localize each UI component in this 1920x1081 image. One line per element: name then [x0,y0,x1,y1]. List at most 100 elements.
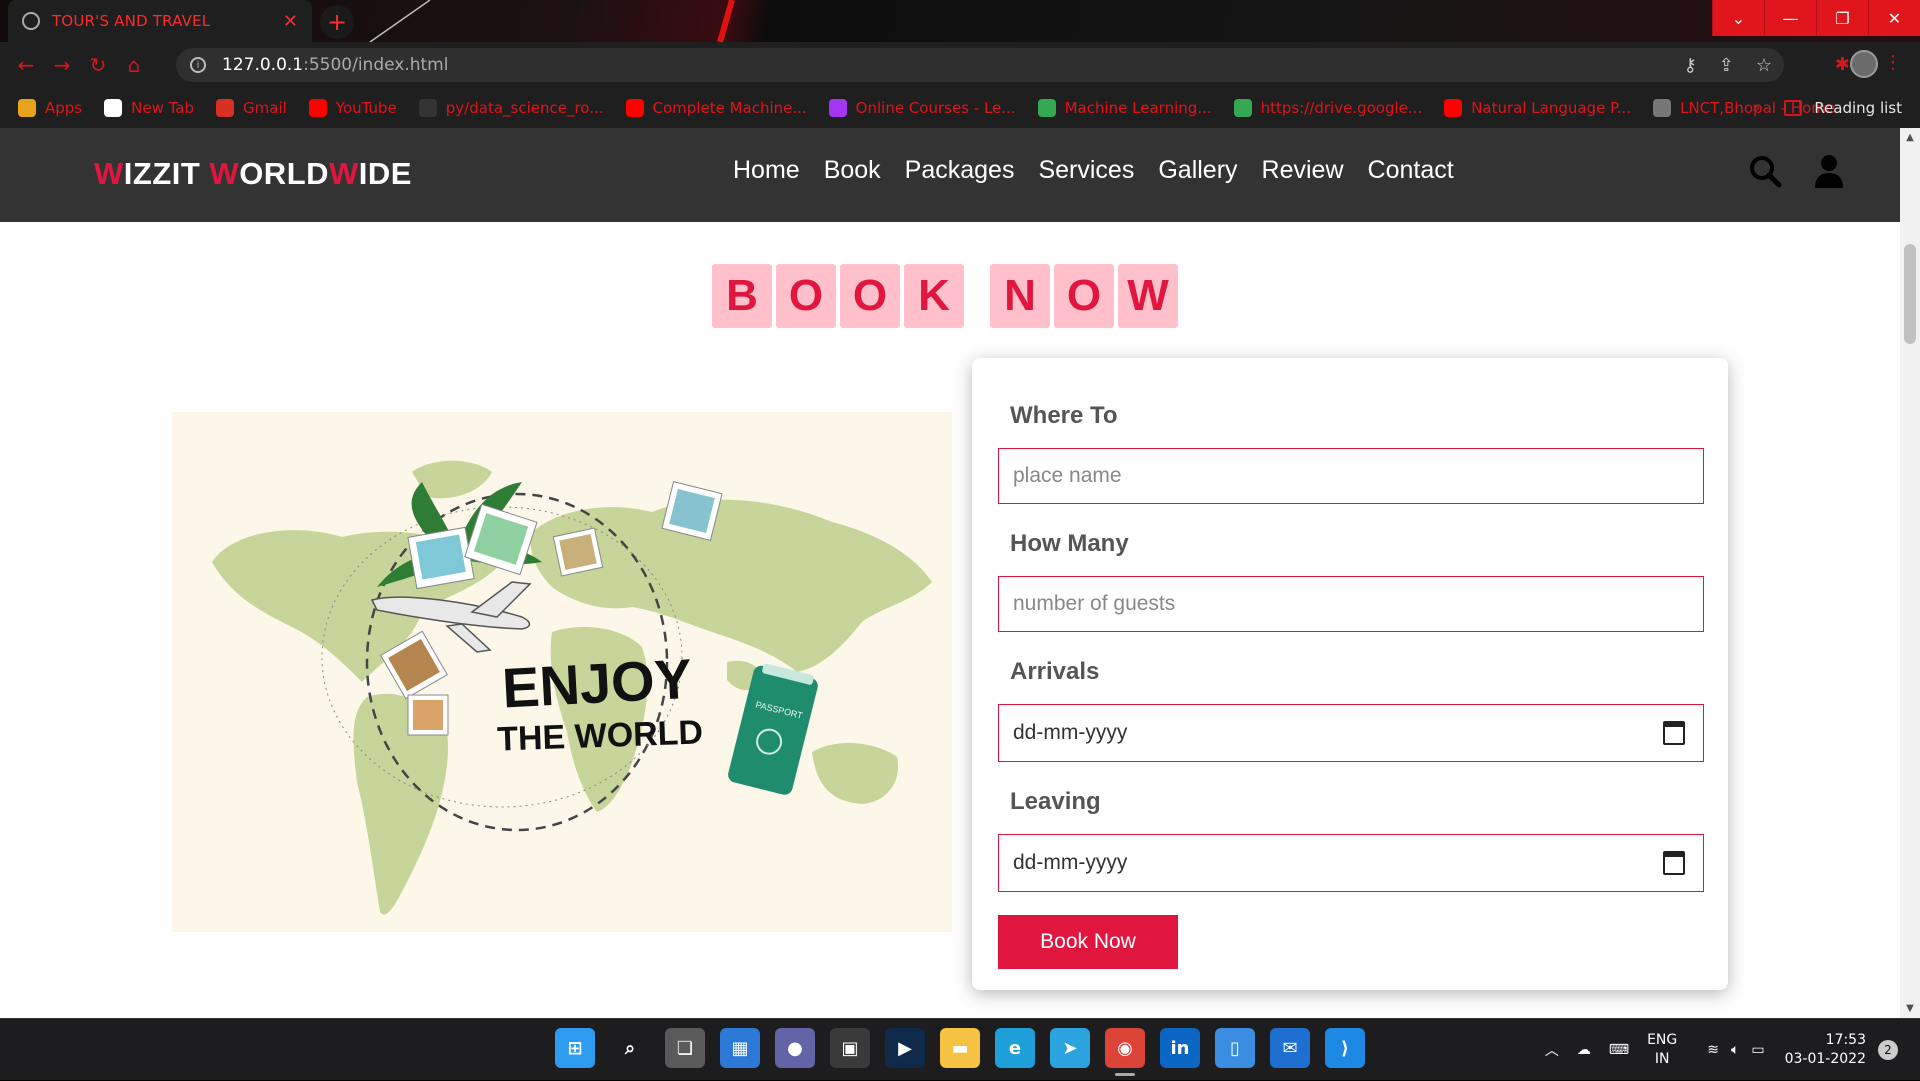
url-host: 127.0.0.1 [222,55,304,75]
heading-letter: K [904,264,964,328]
heading-letter: B [712,264,772,328]
restore-button[interactable]: ❐ [1816,0,1868,36]
scroll-up-arrow-icon[interactable]: ▲ [1900,132,1920,143]
share-icon[interactable]: ⇪ [1719,55,1734,76]
reload-icon[interactable]: ↻ [80,53,116,77]
window-controls: ⌄ — ❐ ✕ [1712,0,1920,36]
extensions-puzzle-icon[interactable]: ✱ [1835,54,1850,75]
logo-part: ORLD [239,156,330,191]
bookmark-item[interactable]: Online Courses - Le... [828,99,1016,117]
arrivals-date-input[interactable]: dd-mm-yyyy [998,704,1704,762]
keyboard-icon[interactable]: ⌨ [1609,1042,1629,1058]
store-icon[interactable]: ▣ [830,1028,870,1068]
bookmark-item[interactable]: py/data_science_ro... [418,99,604,117]
image-text-enjoy: ENJOY [501,647,694,720]
github-icon [418,99,437,117]
battery-icon[interactable]: ▭ [1751,1042,1764,1058]
search-icon[interactable]: ⌕ [610,1028,650,1068]
bookmark-item[interactable]: Natural Language P... [1444,99,1631,117]
youtube-icon [625,99,644,117]
notification-badge[interactable]: 2 [1878,1040,1898,1060]
nav-link-book[interactable]: Book [824,156,881,185]
language-indicator[interactable]: ENG IN [1647,1031,1677,1069]
nav-link-packages[interactable]: Packages [905,156,1015,185]
windows-start-icon[interactable]: ⊞ [555,1028,595,1068]
main-nav: Home Book Packages Services Gallery Review Con… [733,156,1454,185]
youtube-icon [1444,99,1463,117]
nav-link-review[interactable]: Review [1262,156,1344,185]
bookmark-label: https://drive.google... [1260,99,1423,117]
nav-link-home[interactable]: Home [733,156,800,185]
browser-tab[interactable]: TOUR'S AND TRAVEL ✕ [8,0,312,42]
logo-part: W [94,156,124,191]
bookmark-item[interactable]: New Tab [104,99,194,117]
heading-letter: N [990,264,1050,328]
clock[interactable]: 17:53 03-01-2022 [1785,1031,1866,1069]
arrivals-date-value: dd-mm-yyyy [1013,721,1128,744]
chrome-menu-icon[interactable]: ⋮ [1884,52,1902,73]
file-explorer-icon[interactable]: ▬ [940,1028,980,1068]
volume-icon[interactable]: 🔈︎ [1731,1042,1739,1058]
prime-video-icon[interactable]: ▶ [885,1028,925,1068]
tab-close-icon[interactable]: ✕ [283,11,298,32]
address-bar[interactable]: i 127.0.0.1:5500/index.html ⚷ ⇪ ☆ [176,48,1784,82]
clock-time: 17:53 [1825,1032,1866,1048]
nav-link-services[interactable]: Services [1038,156,1134,185]
star-bookmark-icon[interactable]: ☆ [1756,55,1772,76]
leaving-date-input[interactable]: dd-mm-yyyy [998,834,1704,892]
udemy-icon [828,99,847,117]
wifi-icon[interactable]: ≋ [1707,1042,1719,1058]
chrome-icon[interactable]: ◉ [1105,1028,1145,1076]
enjoy-the-world-image: PASSPORT ENJOY THE WORLD [172,412,952,932]
mail-icon[interactable]: ✉ [1270,1028,1310,1068]
leaving-date-value: dd-mm-yyyy [1013,851,1128,874]
bookmark-item[interactable]: Machine Learning... [1037,99,1212,117]
bookmark-item[interactable]: https://drive.google... [1233,99,1423,117]
tab-search-button[interactable]: ⌄ [1712,0,1764,36]
bookmark-item[interactable]: Complete Machine... [625,99,807,117]
bookmark-item[interactable]: Apps [18,99,82,117]
telegram-icon[interactable]: ➤ [1050,1028,1090,1068]
key-icon[interactable]: ⚷ [1684,55,1697,76]
home-icon[interactable]: ⌂ [116,53,152,77]
notepad-icon[interactable]: ▯ [1215,1028,1255,1068]
widgets-icon[interactable]: ▦ [720,1028,760,1068]
back-arrow-icon[interactable]: ← [8,53,44,77]
scrollbar-thumb[interactable] [1904,244,1916,344]
lang-line1: ENG [1647,1032,1678,1048]
forward-arrow-icon[interactable]: → [44,53,80,77]
search-icon[interactable] [1746,152,1784,190]
logo-part: W [209,156,240,191]
user-icon[interactable] [1810,152,1848,190]
bookmark-item[interactable]: Gmail [216,99,287,117]
bookmark-item[interactable]: YouTube [308,99,397,117]
calendar-icon[interactable] [1663,851,1685,875]
how-many-label: How Many [1010,530,1129,557]
task-view-icon[interactable]: ❏ [665,1028,705,1068]
linkedin-icon[interactable]: in [1160,1028,1200,1068]
edge-icon[interactable]: e [995,1028,1035,1068]
bookmark-label: New Tab [131,99,195,117]
nav-link-gallery[interactable]: Gallery [1158,156,1237,185]
system-tray: ︿ ☁ ⌨ ENG IN ≋ 🔈︎ ▭ 17:53 03-01-2022 2 [1545,1019,1920,1081]
page-scrollbar[interactable]: ▲ ▼ [1900,128,1920,1018]
close-window-button[interactable]: ✕ [1868,0,1920,36]
browser-toolbar: ← → ↻ ⌂ i 127.0.0.1:5500/index.html ⚷ ⇪ … [0,42,1920,88]
nav-link-contact[interactable]: Contact [1368,156,1454,185]
teams-chat-icon[interactable]: ● [775,1028,815,1068]
calendar-icon[interactable] [1663,721,1685,745]
vscode-icon[interactable]: ⟩ [1325,1028,1365,1068]
site-logo[interactable]: WIZZIT WORLDWIDE [94,156,412,192]
book-now-button[interactable]: Book Now [998,915,1178,969]
place-name-input[interactable]: place name [998,448,1704,504]
tray-chevron-icon[interactable]: ︿ [1545,1040,1559,1060]
profile-avatar[interactable] [1850,50,1878,78]
site-info-icon[interactable]: i [190,57,206,73]
guests-input[interactable]: number of guests [998,576,1704,632]
new-tab-button[interactable]: + [320,5,354,39]
onedrive-cloud-icon[interactable]: ☁ [1577,1042,1591,1058]
scroll-down-arrow-icon[interactable]: ▼ [1900,1003,1920,1014]
minimize-button[interactable]: — [1764,0,1816,36]
reading-list-button[interactable]: Reading list [1784,88,1902,128]
bookmarks-overflow-chevron-icon[interactable]: » [1752,100,1761,116]
